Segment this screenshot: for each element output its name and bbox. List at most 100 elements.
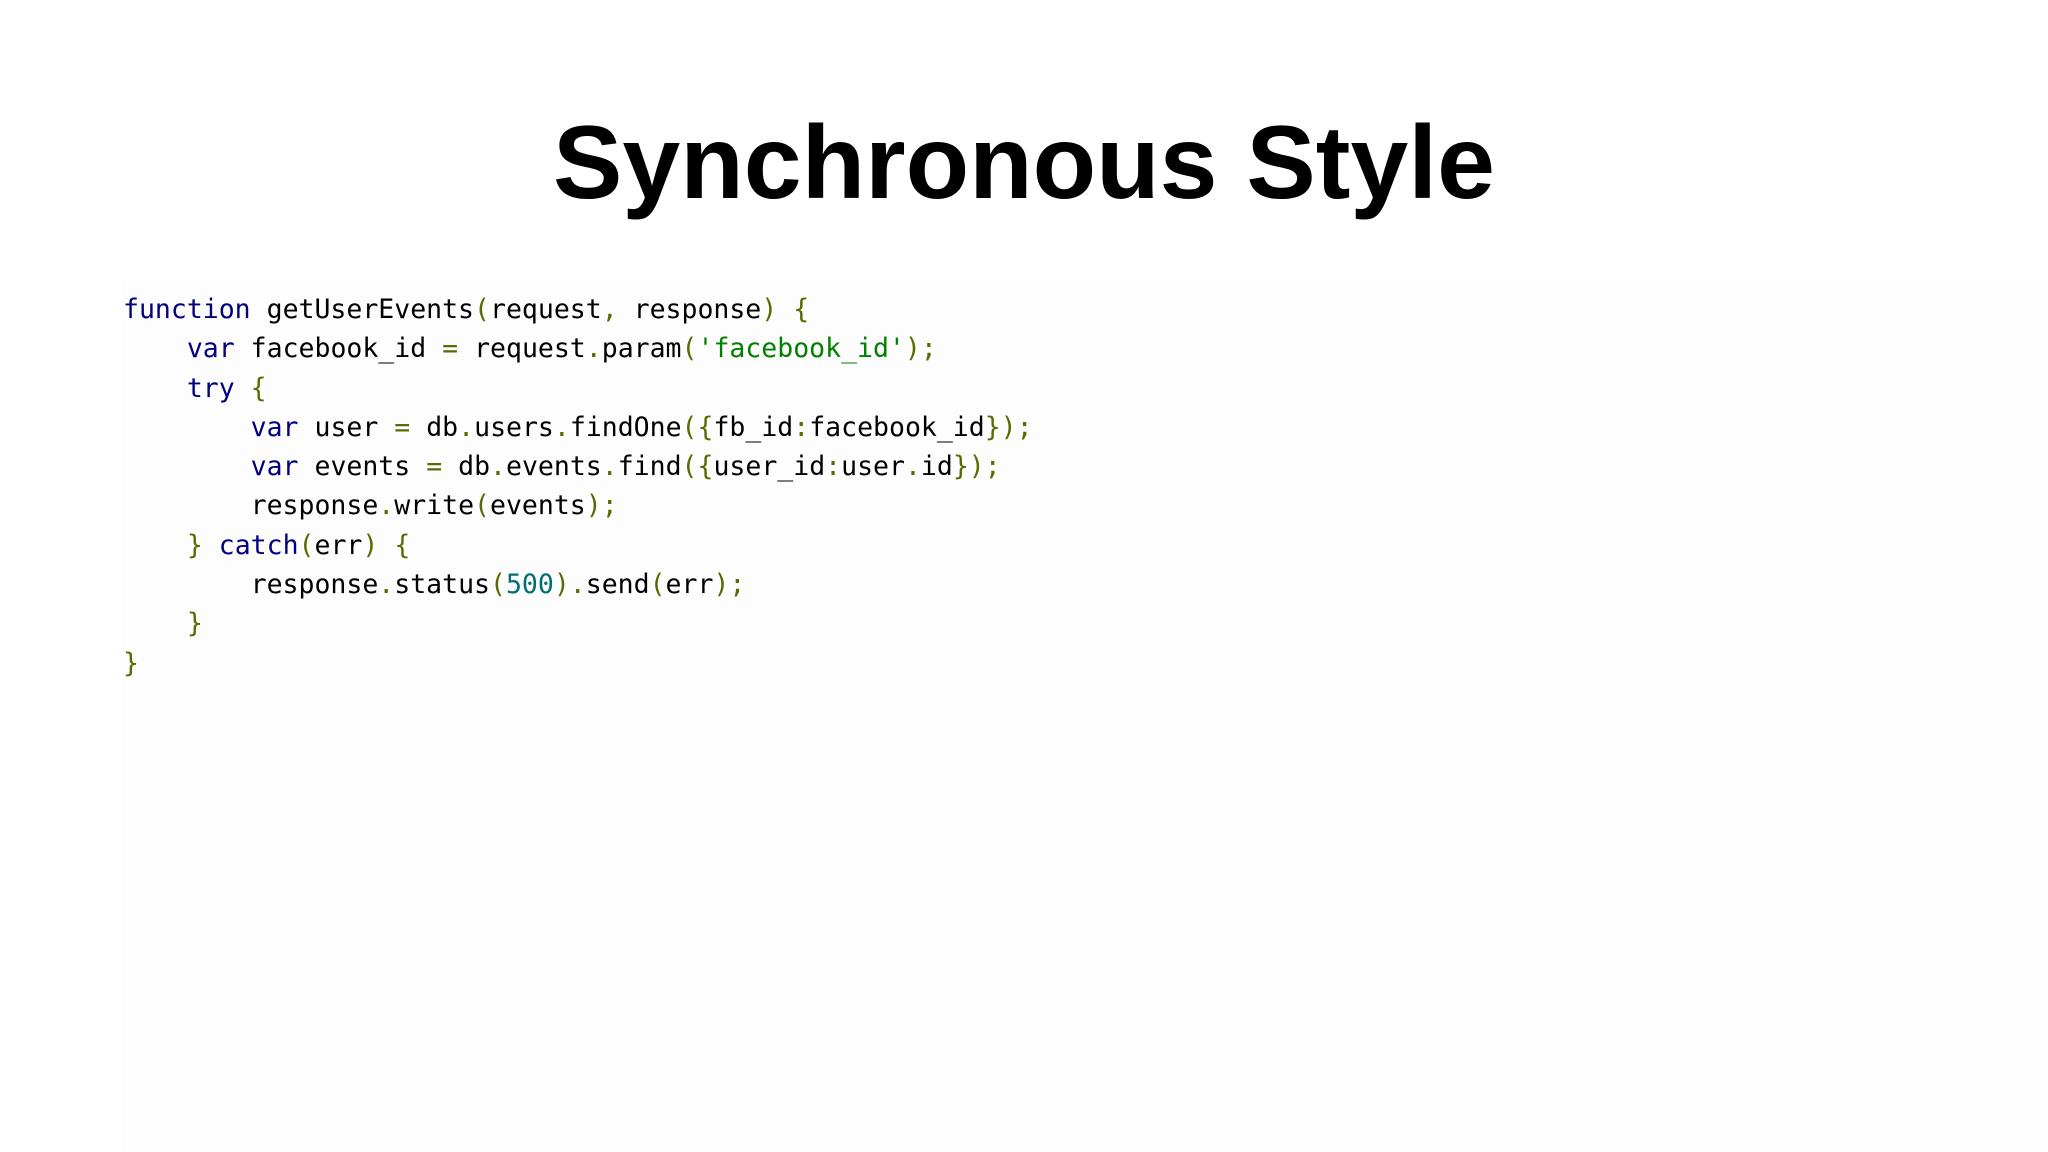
code-line: response.write(events); xyxy=(123,486,1033,525)
code-token-id: db xyxy=(458,451,491,483)
code-line: var user = db.users.findOne({fb_id:faceb… xyxy=(123,408,1033,447)
code-token-id: request xyxy=(490,294,602,325)
code-token-ws xyxy=(410,451,426,482)
code-token-id: err xyxy=(665,569,714,601)
code-token-ws xyxy=(123,608,187,639)
code-token-pun: ( xyxy=(474,490,490,522)
code-token-pun: = xyxy=(442,333,459,365)
code-token-id: users xyxy=(474,411,554,443)
code-token-pun: = xyxy=(426,451,443,483)
code-line: } xyxy=(123,604,1033,643)
code-token-pun: }); xyxy=(952,451,1001,483)
code-token-kw: var xyxy=(250,411,299,443)
code-token-ws xyxy=(777,294,793,325)
code-token-id: status xyxy=(394,569,490,601)
code-token-kw: var xyxy=(186,333,235,365)
code-line: } catch(err) { xyxy=(123,526,1033,565)
code-token-pun: : xyxy=(825,451,842,483)
code-token-pun: : xyxy=(793,411,810,443)
code-token-ws xyxy=(123,569,251,600)
code-token-pun: } xyxy=(186,608,203,640)
code-token-pun: , xyxy=(601,294,618,325)
code-token-id: events xyxy=(490,490,586,522)
code-token-id: err xyxy=(314,529,363,561)
code-line: response.status(500).send(err); xyxy=(123,565,1033,604)
code-line: var facebook_id = request.param('faceboo… xyxy=(123,329,1033,368)
code-token-id: request xyxy=(474,333,586,365)
code-token-pun: ({ xyxy=(681,451,714,483)
code-token-ws xyxy=(123,451,251,482)
code-line: function getUserEvents(request, response… xyxy=(123,290,1033,329)
slide: Synchronous Style function getUserEvents… xyxy=(0,0,2048,1152)
code-token-pun: ( xyxy=(489,569,506,601)
code-token-pun: . xyxy=(553,411,570,443)
code-token-id: write xyxy=(394,490,475,522)
code-token-id: facebook_id xyxy=(250,333,427,365)
code-token-ws xyxy=(378,412,394,443)
code-token-pun: } xyxy=(186,529,203,561)
code-token-kw: function xyxy=(123,294,251,325)
code-token-pun: ); xyxy=(713,569,746,601)
code-token-id: send xyxy=(585,569,650,601)
code-token-pun: ). xyxy=(553,569,586,601)
code-token-ws xyxy=(251,294,267,325)
code-token-ws xyxy=(410,412,426,443)
code-token-ws xyxy=(123,373,187,404)
code-token-kw: var xyxy=(250,451,299,483)
code-token-ws xyxy=(203,530,219,561)
code-token-id: user xyxy=(314,411,379,443)
code-line: try { xyxy=(123,369,1033,408)
code-line: } xyxy=(123,644,1033,683)
code-token-ws xyxy=(235,333,251,364)
code-token-ws xyxy=(426,333,442,364)
code-token-ws xyxy=(618,294,634,325)
code-token-id: id xyxy=(920,451,953,483)
code-token-ws xyxy=(378,530,394,561)
code-token-ws xyxy=(123,412,251,443)
code-token-pun: ) xyxy=(761,294,778,325)
slide-title: Synchronous Style xyxy=(553,105,1495,221)
code-token-pun: . xyxy=(378,490,395,522)
code-token-pun: . xyxy=(490,451,507,483)
code-token-ws xyxy=(235,373,251,404)
code-token-id: param xyxy=(601,333,682,365)
code-token-id: facebook_id xyxy=(809,411,985,443)
code-token-id: getUserEvents xyxy=(266,294,475,325)
code-token-id: findOne xyxy=(569,411,682,443)
code-token-pun: ( xyxy=(474,294,490,325)
code-token-ws xyxy=(123,333,187,364)
code-token-id: response xyxy=(250,490,379,522)
code-token-pun: ( xyxy=(681,333,698,365)
code-token-pun: . xyxy=(585,333,602,365)
code-token-ws xyxy=(299,412,315,443)
code-token-pun: . xyxy=(601,451,618,483)
code-token-id: user_id xyxy=(713,451,826,483)
code-token-pun: { xyxy=(250,372,267,404)
code-token-pun: ( xyxy=(649,569,666,601)
code-token-str: 'facebook_id' xyxy=(697,333,905,365)
code-token-id: events xyxy=(314,451,411,483)
code-token-pun: } xyxy=(123,647,139,679)
code-token-id: response xyxy=(250,569,379,601)
code-token-pun: . xyxy=(904,451,921,483)
code-token-ws xyxy=(299,451,315,482)
code-token-pun: { xyxy=(394,529,411,561)
code-token-id: find xyxy=(617,451,682,483)
code-token-id: response xyxy=(633,294,762,325)
code-token-pun: ( xyxy=(298,529,315,561)
code-token-pun: . xyxy=(458,411,475,443)
code-token-pun: . xyxy=(378,569,395,601)
code-token-ws xyxy=(442,451,458,482)
code-token-id: events xyxy=(506,451,602,483)
code-token-ws xyxy=(458,333,474,364)
code-token-id: user xyxy=(841,451,905,483)
code-token-ws xyxy=(123,530,187,561)
code-token-pun: { xyxy=(793,294,810,325)
code-token-ws xyxy=(123,490,251,521)
code-token-pun: ); xyxy=(904,333,937,365)
code-block: function getUserEvents(request, response… xyxy=(123,290,1033,683)
code-token-kw: try xyxy=(186,372,235,404)
code-token-id: db xyxy=(426,411,459,443)
code-token-id: fb_id xyxy=(713,411,794,443)
code-line: var events = db.events.find({user_id:use… xyxy=(123,447,1033,486)
